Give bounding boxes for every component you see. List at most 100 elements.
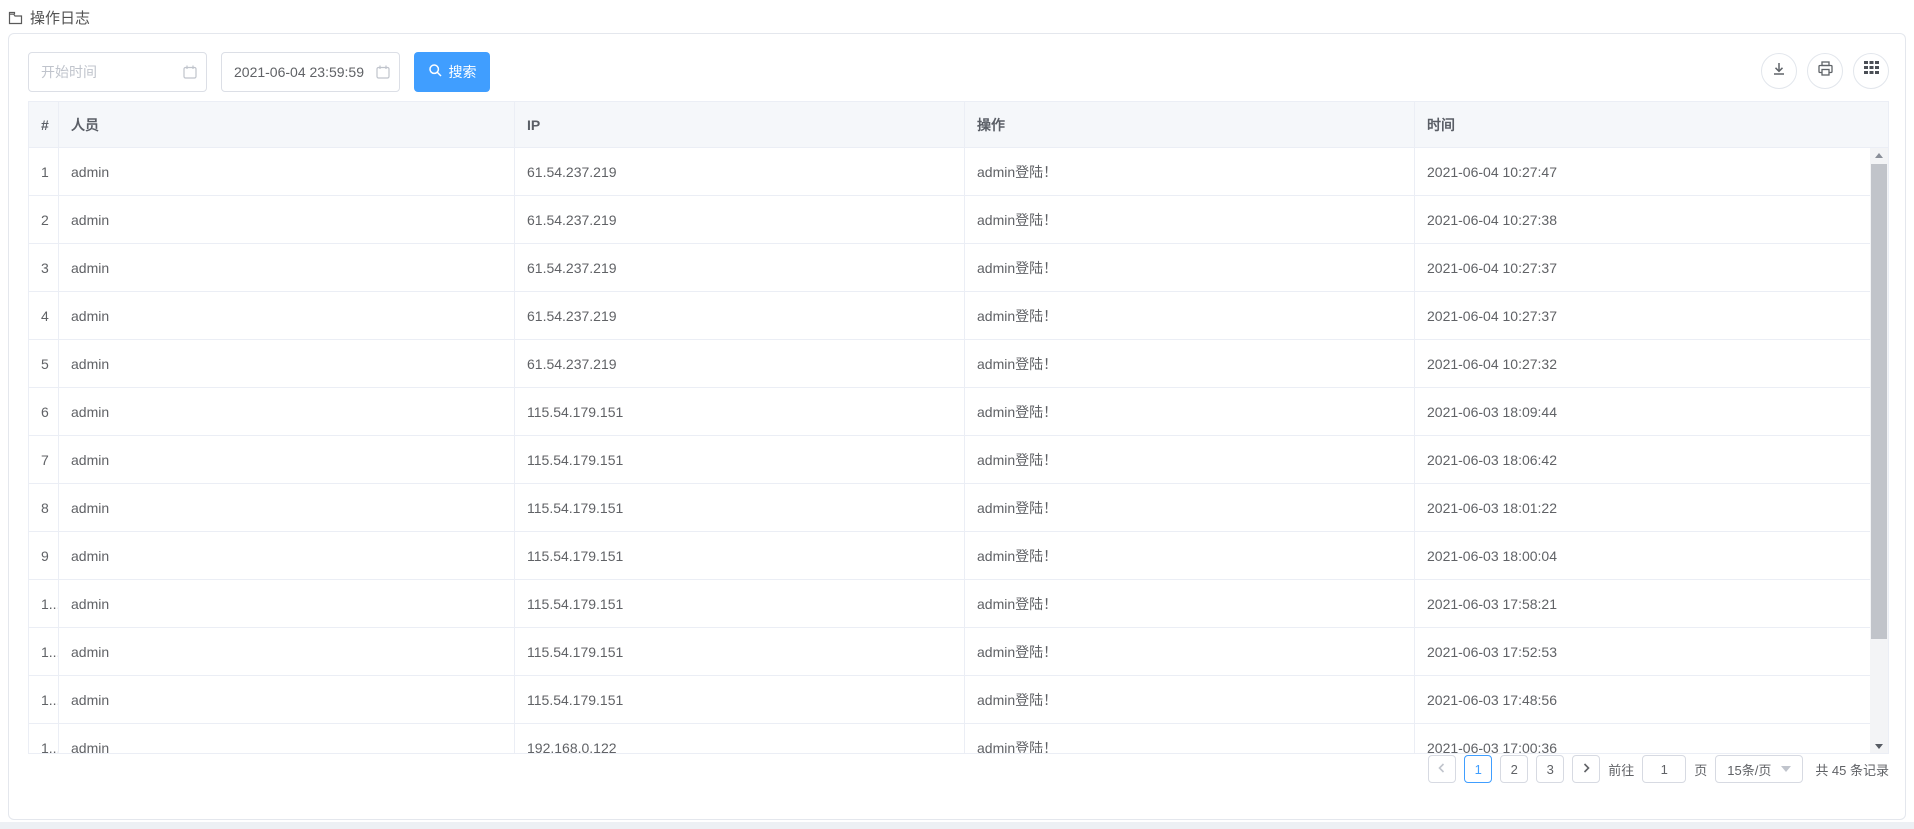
cell-ip: 115.54.179.151	[515, 580, 965, 627]
cell-ip: 115.54.179.151	[515, 388, 965, 435]
cell-ip: 61.54.237.219	[515, 196, 965, 243]
cell-time: 2021-06-04 10:27:37	[1415, 244, 1870, 291]
column-header-user: 人员	[59, 102, 515, 147]
download-button[interactable]	[1761, 53, 1797, 89]
cell-index: 8	[29, 484, 59, 531]
table-header: # 人员 IP 操作 时间	[29, 102, 1888, 148]
table-row: 7 admin 115.54.179.151 admin登陆！ 2021-06-…	[29, 436, 1870, 484]
cell-user: admin	[59, 580, 515, 627]
page-button-2[interactable]: 2	[1500, 755, 1528, 783]
cell-time: 2021-06-03 17:52:53	[1415, 628, 1870, 675]
cell-operation: admin登陆！	[965, 148, 1415, 195]
search-toolbar: 搜索	[28, 52, 490, 92]
cell-operation: admin登陆！	[965, 628, 1415, 675]
cell-user: admin	[59, 196, 515, 243]
printer-icon	[1817, 60, 1834, 82]
cell-index: 4	[29, 292, 59, 339]
scroll-down-arrow-icon[interactable]	[1870, 739, 1888, 754]
cell-user: admin	[59, 628, 515, 675]
cell-ip: 115.54.179.151	[515, 676, 965, 723]
scroll-up-arrow-icon[interactable]	[1870, 148, 1888, 163]
table-row: 8 admin 115.54.179.151 admin登陆！ 2021-06-…	[29, 484, 1870, 532]
column-header-time: 时间	[1415, 102, 1888, 147]
cell-user: admin	[59, 388, 515, 435]
table-row: 4 admin 61.54.237.219 admin登陆！ 2021-06-0…	[29, 292, 1870, 340]
column-header-operation: 操作	[965, 102, 1415, 147]
search-button-label: 搜索	[449, 62, 477, 82]
page-title-text: 操作日志	[30, 7, 90, 28]
cell-user: admin	[59, 292, 515, 339]
cell-ip: 115.54.179.151	[515, 628, 965, 675]
total-records: 共 45 条记录	[1815, 760, 1889, 779]
cell-index: 1...	[29, 724, 59, 754]
table-scrollbar[interactable]	[1870, 148, 1888, 754]
log-table: # 人员 IP 操作 时间 1 admin 61.54.237.219 admi…	[28, 101, 1889, 754]
next-page-button[interactable]	[1572, 755, 1600, 783]
page-button-1[interactable]: 1	[1464, 755, 1492, 783]
cell-index: 1...	[29, 628, 59, 675]
cell-time: 2021-06-03 18:00:04	[1415, 532, 1870, 579]
cell-time: 2021-06-03 18:09:44	[1415, 388, 1870, 435]
cell-ip: 115.54.179.151	[515, 484, 965, 531]
goto-label: 前往	[1608, 760, 1634, 779]
start-time-input[interactable]	[28, 52, 207, 92]
cell-ip: 61.54.237.219	[515, 340, 965, 387]
print-button[interactable]	[1807, 53, 1843, 89]
cell-operation: admin登陆！	[965, 436, 1415, 483]
prev-page-button[interactable]	[1428, 755, 1456, 783]
chevron-left-icon	[1435, 761, 1449, 778]
search-button[interactable]: 搜索	[414, 52, 490, 92]
page-button-3[interactable]: 3	[1536, 755, 1564, 783]
cell-index: 7	[29, 436, 59, 483]
column-header-ip: IP	[515, 102, 965, 147]
cell-index: 5	[29, 340, 59, 387]
cell-ip: 115.54.179.151	[515, 532, 965, 579]
grid-icon	[1864, 61, 1879, 81]
cell-user: admin	[59, 148, 515, 195]
table-row: 1... admin 115.54.179.151 admin登陆！ 2021-…	[29, 580, 1870, 628]
cell-time: 2021-06-03 17:48:56	[1415, 676, 1870, 723]
table-row: 2 admin 61.54.237.219 admin登陆！ 2021-06-0…	[29, 196, 1870, 244]
table-row: 6 admin 115.54.179.151 admin登陆！ 2021-06-…	[29, 388, 1870, 436]
cell-operation: admin登陆！	[965, 724, 1415, 754]
cell-time: 2021-06-03 18:01:22	[1415, 484, 1870, 531]
cell-index: 3	[29, 244, 59, 291]
columns-button[interactable]	[1853, 53, 1889, 89]
page-size-value: 15条/页	[1727, 760, 1771, 779]
cell-user: admin	[59, 244, 515, 291]
cell-user: admin	[59, 724, 515, 754]
content-card: 搜索	[8, 33, 1906, 820]
cell-user: admin	[59, 676, 515, 723]
table-body: 1 admin 61.54.237.219 admin登陆！ 2021-06-0…	[29, 148, 1888, 754]
scrollbar-thumb[interactable]	[1871, 164, 1887, 639]
table-row: 1... admin 192.168.0.122 admin登陆！ 2021-0…	[29, 724, 1870, 754]
table-actions	[1761, 53, 1889, 89]
goto-page-input[interactable]	[1642, 755, 1686, 783]
cell-operation: admin登陆！	[965, 388, 1415, 435]
cell-operation: admin登陆！	[965, 484, 1415, 531]
folder-icon	[8, 11, 23, 25]
cell-index: 1	[29, 148, 59, 195]
cell-operation: admin登陆！	[965, 676, 1415, 723]
cell-user: admin	[59, 532, 515, 579]
cell-time: 2021-06-03 18:06:42	[1415, 436, 1870, 483]
cell-index: 2	[29, 196, 59, 243]
page-size-select[interactable]: 15条/页	[1715, 755, 1803, 783]
start-time-picker[interactable]	[28, 52, 207, 92]
cell-ip: 61.54.237.219	[515, 148, 965, 195]
column-header-index: #	[29, 102, 59, 147]
cell-ip: 61.54.237.219	[515, 244, 965, 291]
cell-user: admin	[59, 340, 515, 387]
end-time-picker[interactable]	[221, 52, 400, 92]
table-row: 1 admin 61.54.237.219 admin登陆！ 2021-06-0…	[29, 148, 1870, 196]
cell-operation: admin登陆！	[965, 292, 1415, 339]
cell-operation: admin登陆！	[965, 196, 1415, 243]
end-time-input[interactable]	[221, 52, 400, 92]
table-row: 5 admin 61.54.237.219 admin登陆！ 2021-06-0…	[29, 340, 1870, 388]
cell-time: 2021-06-04 10:27:47	[1415, 148, 1870, 195]
table-row: 9 admin 115.54.179.151 admin登陆！ 2021-06-…	[29, 532, 1870, 580]
cell-time: 2021-06-04 10:27:38	[1415, 196, 1870, 243]
cell-ip: 115.54.179.151	[515, 436, 965, 483]
cell-user: admin	[59, 484, 515, 531]
page-background-strip	[0, 822, 1914, 829]
